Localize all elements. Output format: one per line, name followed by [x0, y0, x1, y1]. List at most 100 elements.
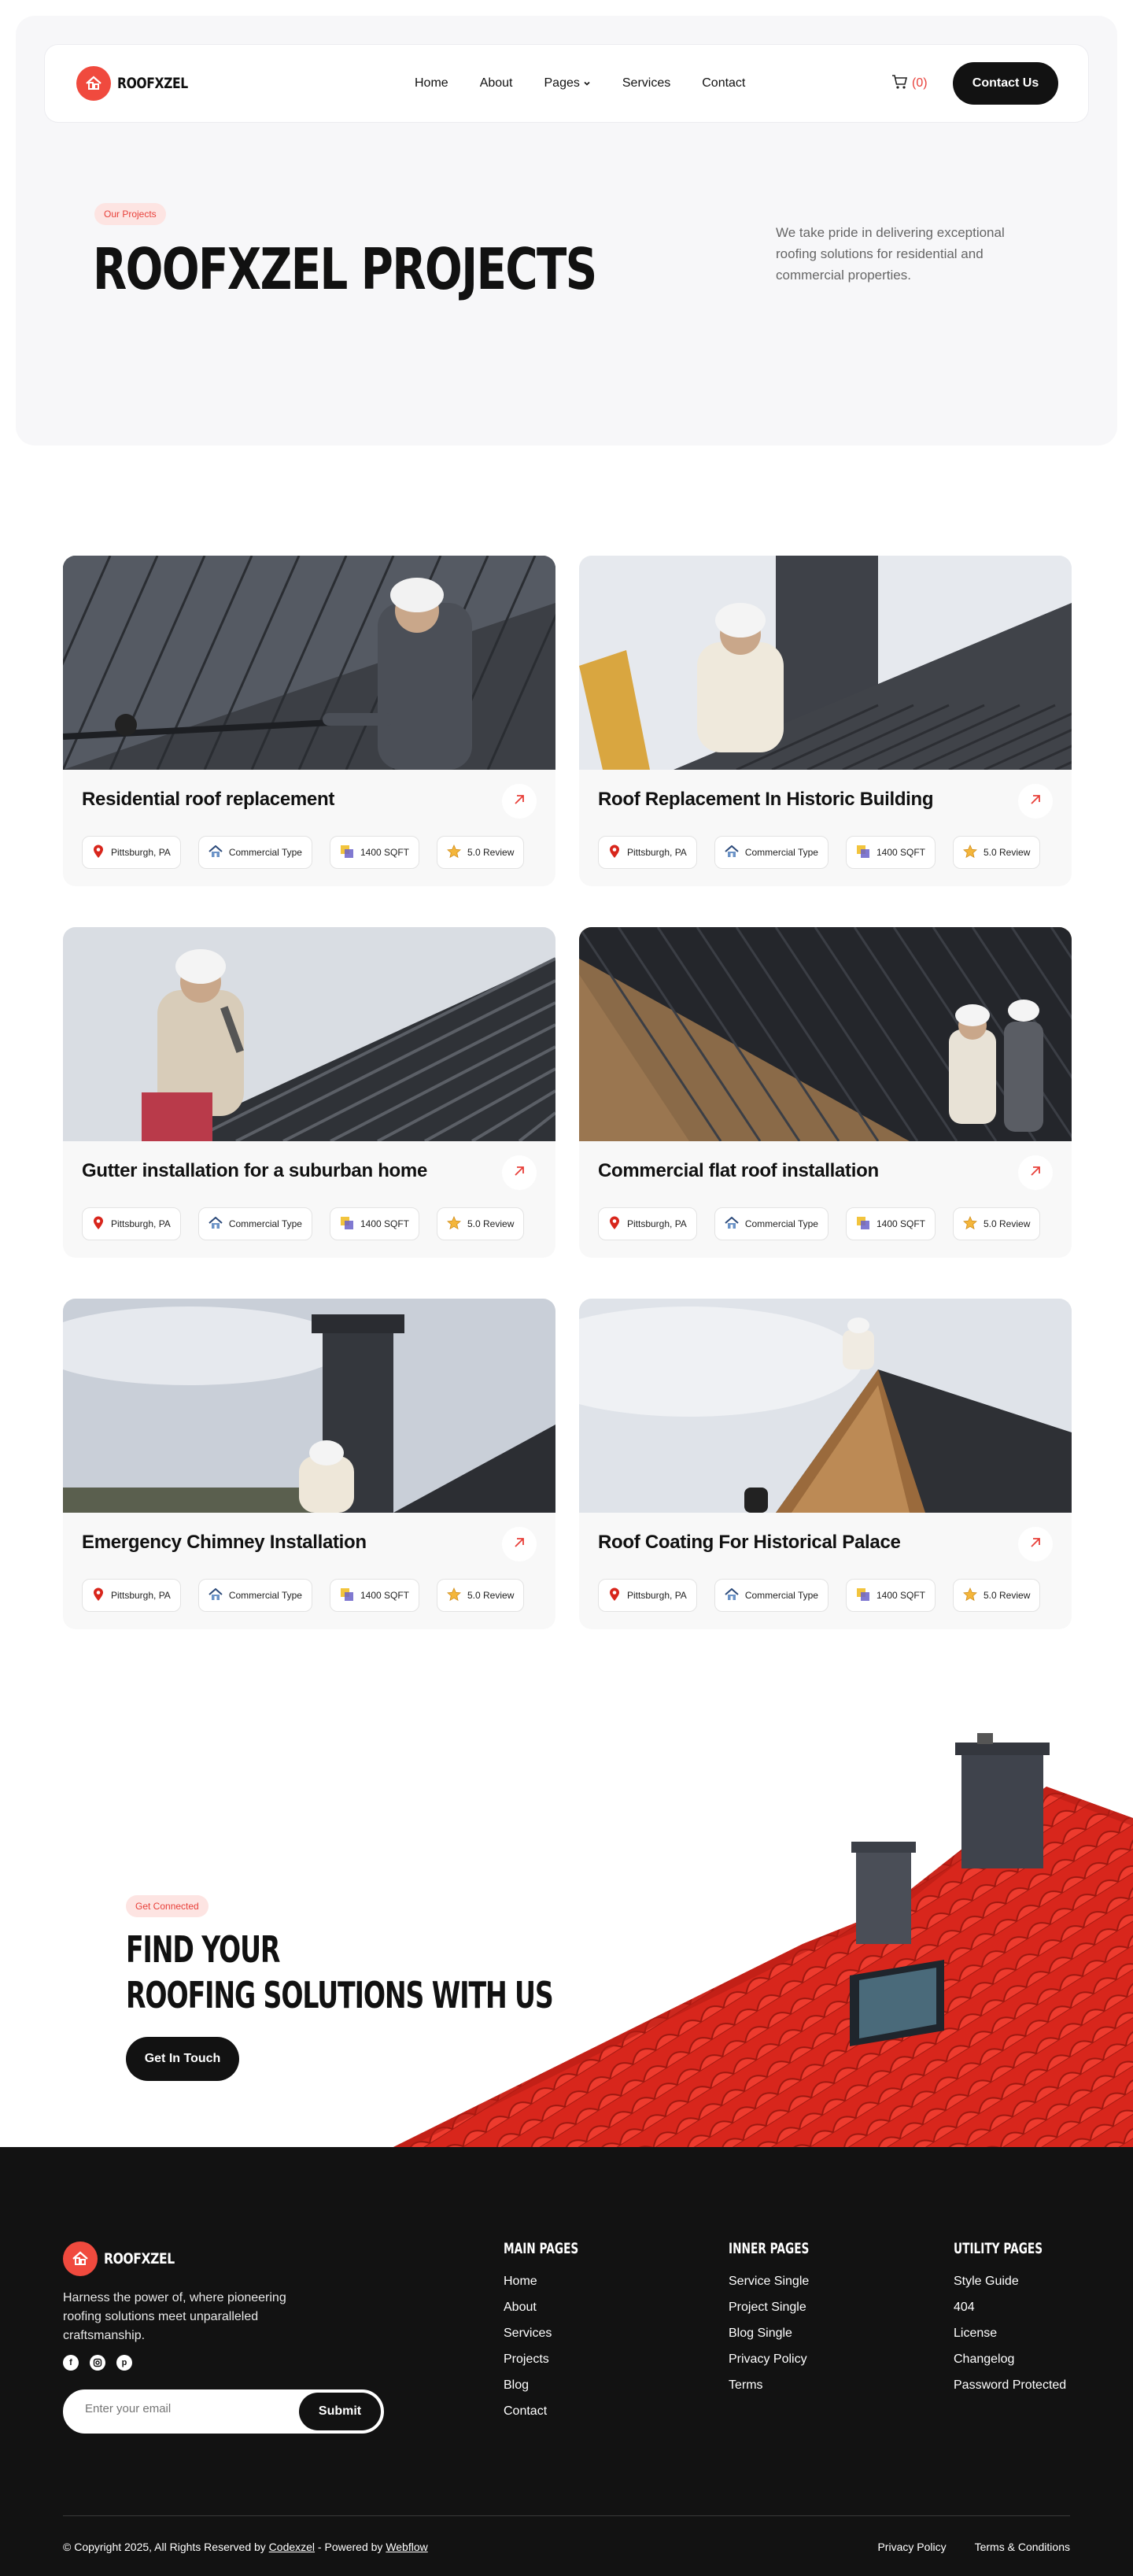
star-icon	[963, 844, 977, 861]
newsletter-form: Submit	[63, 2389, 384, 2434]
footer-link-terms[interactable]: Terms	[729, 2378, 840, 2393]
footer-link-contact[interactable]: Contact	[504, 2404, 607, 2419]
footer-link-service-single[interactable]: Service Single	[729, 2275, 840, 2289]
house-icon	[725, 1216, 739, 1232]
contact-us-button[interactable]: Contact Us	[953, 62, 1058, 105]
footer-brand-name: ROOFXZEL	[104, 2250, 175, 2267]
project-image[interactable]	[579, 1299, 1072, 1513]
project-title[interactable]: Residential roof replacement	[82, 789, 334, 811]
open-project-button[interactable]	[1018, 1155, 1053, 1190]
nav-home[interactable]: Home	[415, 76, 448, 91]
project-image[interactable]	[579, 556, 1072, 770]
two-workers-metal-roof	[579, 927, 1072, 1141]
cart-button[interactable]: (0)	[891, 74, 928, 94]
nav-pages[interactable]: Pages	[544, 76, 591, 91]
project-card[interactable]: Residential roof replacement Pittsburgh,…	[63, 556, 555, 886]
footer-link-blog-single[interactable]: Blog Single	[729, 2327, 840, 2341]
star-icon	[963, 1587, 977, 1604]
open-project-button[interactable]	[1018, 1527, 1053, 1561]
page: ROOFXZEL Home About Pages Services Conta…	[0, 0, 1133, 2576]
area-tag: 1400 SQFT	[329, 836, 419, 869]
footer-link-services[interactable]: Services	[504, 2327, 607, 2341]
project-title[interactable]: Emergency Chimney Installation	[82, 1532, 367, 1554]
footer-col-heading: INNER PAGES	[729, 2240, 810, 2257]
footer-link-license[interactable]: License	[954, 2327, 1077, 2341]
footer-link-home[interactable]: Home	[504, 2275, 607, 2289]
project-card[interactable]: Roof Coating For Historical Palace Pitts…	[579, 1299, 1072, 1629]
area-tag: 1400 SQFT	[845, 1579, 936, 1612]
project-card[interactable]: Gutter installation for a suburban home …	[63, 927, 555, 1258]
open-project-button[interactable]	[502, 1155, 537, 1190]
location-pin-icon	[608, 844, 621, 861]
project-image[interactable]	[63, 556, 555, 770]
house-icon	[209, 844, 223, 860]
location-tag: Pittsburgh, PA	[82, 1207, 181, 1240]
project-image[interactable]	[63, 1299, 555, 1513]
project-title[interactable]: Commercial flat roof installation	[598, 1160, 879, 1182]
nav-about[interactable]: About	[480, 76, 513, 91]
house-logo-icon	[76, 66, 111, 101]
footer-link-project-single[interactable]: Project Single	[729, 2301, 840, 2315]
footer-link-style-guide[interactable]: Style Guide	[954, 2275, 1077, 2289]
footer-link-changelog[interactable]: Changelog	[954, 2352, 1077, 2367]
cta-pill: Get Connected	[126, 1895, 209, 1917]
project-card[interactable]: Commercial flat roof installation Pittsb…	[579, 927, 1072, 1258]
project-image[interactable]	[579, 927, 1072, 1141]
project-tags: Pittsburgh, PA Commercial Type 1400 SQFT…	[82, 836, 525, 869]
project-tags: Pittsburgh, PA Commercial Type 1400 SQFT…	[598, 836, 1041, 869]
project-title[interactable]: Roof Coating For Historical Palace	[598, 1532, 901, 1554]
facebook-icon[interactable]: f	[63, 2355, 79, 2371]
get-in-touch-button[interactable]: Get In Touch	[126, 2037, 239, 2081]
nav-services[interactable]: Services	[622, 76, 670, 91]
location-pin-icon	[92, 1216, 105, 1233]
open-project-button[interactable]	[502, 784, 537, 819]
location-pin-icon	[608, 1587, 621, 1604]
brand-logo[interactable]: ROOFXZEL	[76, 66, 203, 101]
type-text: Commercial Type	[744, 847, 818, 858]
footer-col-inner: INNER PAGES Service Single Project Singl…	[729, 2240, 840, 2404]
submit-button[interactable]: Submit	[299, 2393, 381, 2430]
footer-link-projects[interactable]: Projects	[504, 2352, 607, 2367]
footer-link-blog[interactable]: Blog	[504, 2378, 607, 2393]
footer-logo[interactable]: ROOFXZEL	[63, 2242, 190, 2276]
open-project-button[interactable]	[1018, 784, 1053, 819]
nav-contact[interactable]: Contact	[702, 76, 745, 91]
area-text: 1400 SQFT	[876, 1590, 925, 1601]
footer-link-password[interactable]: Password Protected	[954, 2378, 1077, 2393]
location-tag: Pittsburgh, PA	[82, 1579, 181, 1612]
arrow-up-right-icon	[512, 793, 526, 811]
copyright-mid: - Powered by	[315, 2541, 386, 2553]
area-tag: 1400 SQFT	[329, 1579, 419, 1612]
review-text: 5.0 Review	[467, 847, 515, 858]
codexzel-link[interactable]: Codexzel	[269, 2541, 315, 2553]
open-project-button[interactable]	[502, 1527, 537, 1561]
project-title[interactable]: Roof Replacement In Historic Building	[598, 789, 934, 811]
footer-link-404[interactable]: 404	[954, 2301, 1077, 2315]
webflow-link[interactable]: Webflow	[386, 2541, 427, 2553]
location-tag: Pittsburgh, PA	[82, 836, 181, 869]
type-text: Commercial Type	[228, 847, 302, 858]
brand-name: ROOFXZEL	[117, 75, 188, 92]
nav-pages-label: Pages	[544, 76, 580, 90]
email-input[interactable]	[85, 2402, 290, 2415]
project-card[interactable]: Emergency Chimney Installation Pittsburg…	[63, 1299, 555, 1629]
footer-link-about[interactable]: About	[504, 2301, 607, 2315]
terms-link[interactable]: Terms & Conditions	[975, 2541, 1070, 2553]
project-image[interactable]	[63, 927, 555, 1141]
type-tag: Commercial Type	[714, 1579, 829, 1612]
instagram-icon[interactable]	[90, 2355, 105, 2371]
area-icon	[340, 1216, 354, 1233]
privacy-policy-link[interactable]: Privacy Policy	[877, 2541, 946, 2553]
arrow-up-right-icon	[1028, 1536, 1043, 1554]
type-tag: Commercial Type	[197, 1207, 312, 1240]
pinterest-icon[interactable]: p	[116, 2355, 132, 2371]
project-card[interactable]: Roof Replacement In Historic Building Pi…	[579, 556, 1072, 886]
type-tag: Commercial Type	[714, 836, 829, 869]
star-icon	[447, 1215, 461, 1233]
footer-link-privacy[interactable]: Privacy Policy	[729, 2352, 840, 2367]
project-tags: Pittsburgh, PA Commercial Type 1400 SQFT…	[82, 1207, 525, 1240]
location-tag: Pittsburgh, PA	[598, 836, 697, 869]
main-menu: Home About Pages Services Contact	[415, 76, 745, 91]
area-icon	[340, 844, 354, 861]
project-title[interactable]: Gutter installation for a suburban home	[82, 1160, 427, 1182]
